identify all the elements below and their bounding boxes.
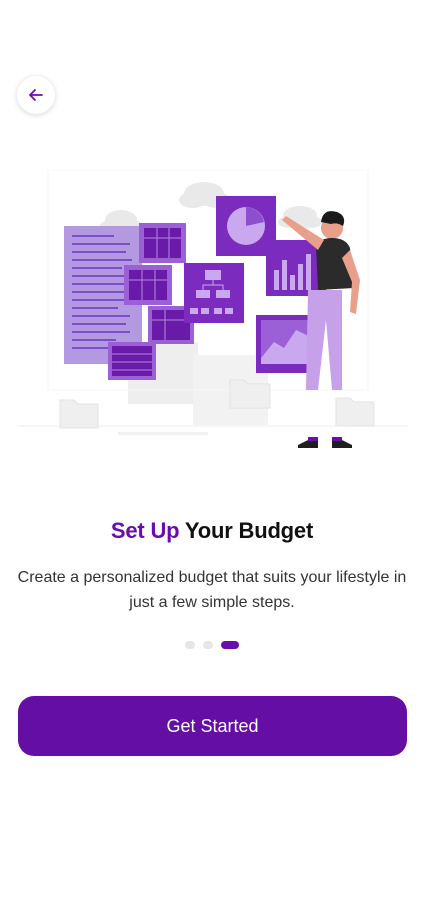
- budget-illustration: [18, 169, 408, 455]
- back-button[interactable]: [17, 76, 55, 114]
- title-rest: Your Budget: [179, 518, 314, 543]
- page-indicator: [0, 641, 424, 649]
- onboarding-title: Set Up Your Budget: [0, 518, 424, 544]
- onboarding-subtitle: Create a personalized budget that suits …: [17, 569, 407, 611]
- get-started-button[interactable]: Get Started: [18, 696, 407, 756]
- page-dot: [185, 641, 195, 649]
- page-dot-active: [221, 641, 239, 649]
- page-dot: [203, 641, 213, 649]
- arrow-left-icon: [27, 86, 45, 104]
- title-accent: Set Up: [110, 518, 180, 543]
